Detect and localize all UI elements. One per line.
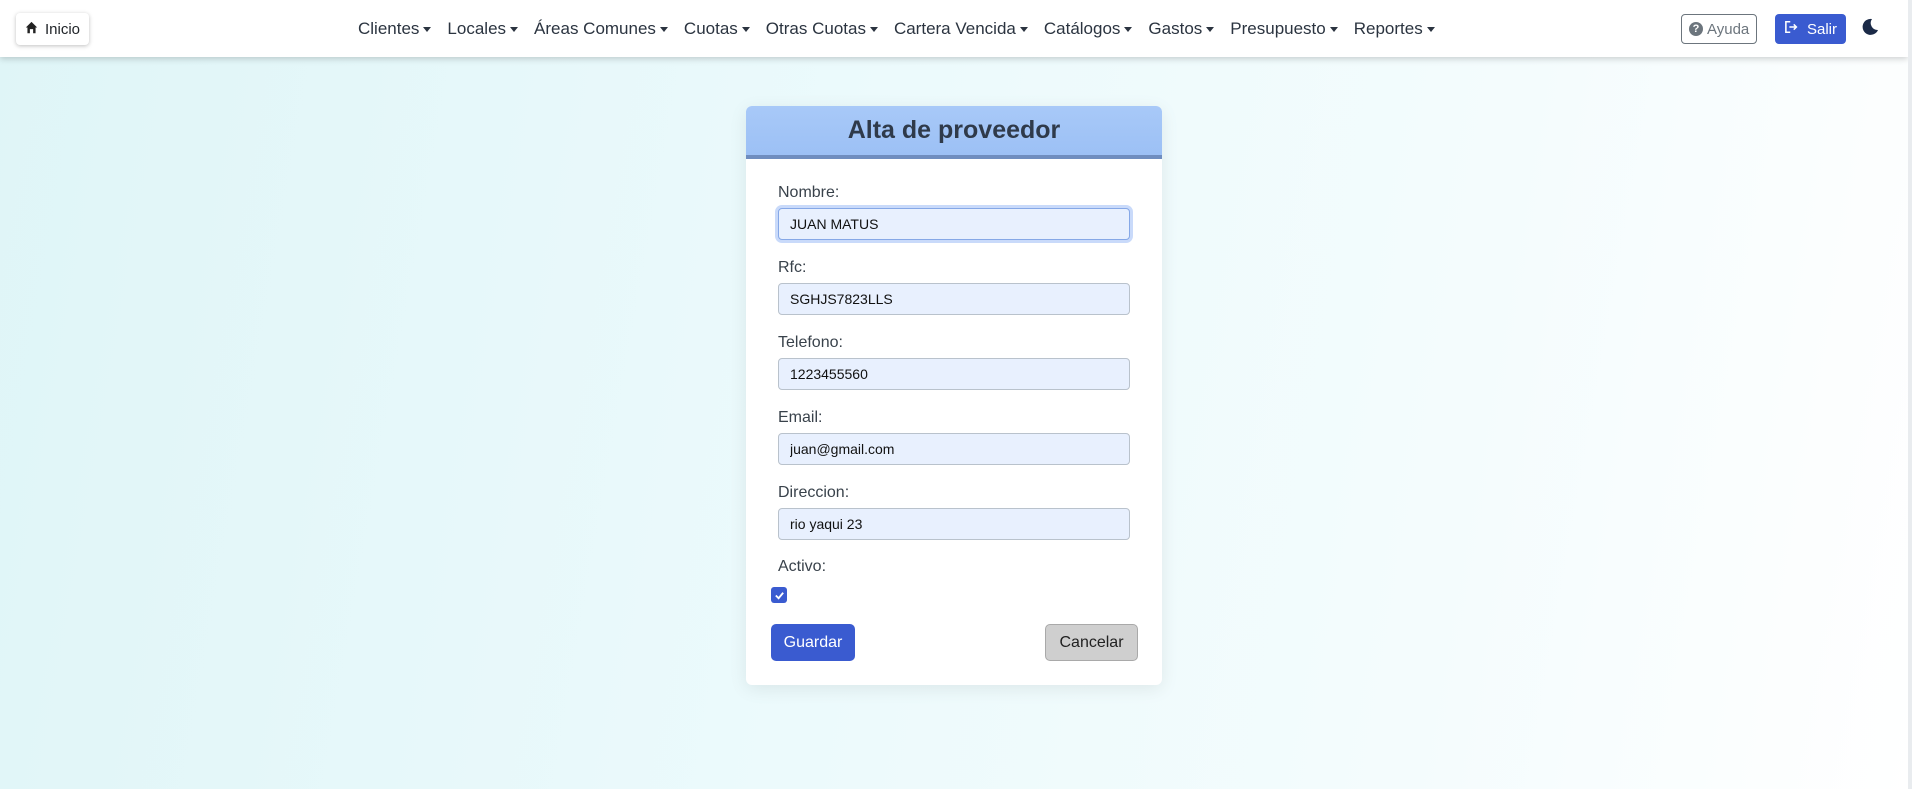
question-circle-icon: ? [1689, 22, 1703, 36]
caret-down-icon [1019, 27, 1028, 32]
caret-down-icon [1124, 27, 1133, 32]
activo-checkbox[interactable] [771, 587, 787, 603]
email-input[interactable] [778, 433, 1130, 465]
moon-icon[interactable] [1861, 18, 1879, 36]
menu-label: Catálogos [1043, 18, 1121, 38]
caret-down-icon [1206, 27, 1215, 32]
rfc-input[interactable] [778, 283, 1130, 315]
email-field-group: Email: [778, 409, 1130, 484]
menu-catalogos[interactable]: Catálogos [1044, 19, 1133, 39]
menu-label: Presupuesto [1230, 18, 1326, 38]
direccion-input[interactable] [778, 508, 1130, 540]
window-edge [1908, 0, 1912, 789]
menu-label: Clientes [358, 18, 420, 38]
activo-label: Activo: [778, 558, 827, 575]
caret-down-icon [423, 27, 432, 32]
nombre-field-group: Nombre: [778, 184, 1130, 259]
top-navbar: Inicio Clientes Locales Áreas Comunes Cu… [0, 0, 1908, 57]
menu-clientes[interactable]: Clientes [358, 18, 432, 39]
email-label: Email: [778, 409, 823, 426]
direccion-label: Direccion: [778, 484, 850, 501]
help-button[interactable]: ? Ayuda [1681, 14, 1758, 44]
help-label: Ayuda [1707, 20, 1750, 38]
telefono-field-group: Telefono: [778, 334, 1130, 409]
menu-cuotas[interactable]: Cuotas [684, 19, 750, 39]
rfc-label: Rfc: [778, 259, 807, 276]
nombre-input[interactable] [778, 208, 1130, 240]
caret-down-icon [1329, 27, 1338, 32]
menu-areas-comunes[interactable]: Áreas Comunes [534, 19, 668, 39]
logout-icon [1784, 20, 1800, 38]
form-title: Alta de proveedor [746, 106, 1162, 159]
home-label: Inicio [45, 20, 81, 38]
telefono-input[interactable] [778, 358, 1130, 390]
supplier-form-card: Alta de proveedor Nombre: Rfc: Telefono:… [746, 106, 1162, 685]
menu-label: Reportes [1353, 18, 1423, 38]
menu-cartera-vencida[interactable]: Cartera Vencida [894, 19, 1028, 39]
supplier-form: Nombre: Rfc: Telefono: Email: Direccion: [778, 184, 1130, 559]
telefono-label: Telefono: [778, 334, 843, 351]
nombre-label: Nombre: [778, 184, 840, 201]
main-menu: Clientes Locales Áreas Comunes Cuotas Ot… [358, 0, 1451, 57]
logout-button[interactable]: Salir [1775, 14, 1847, 44]
logout-label: Salir [1807, 20, 1838, 38]
caret-down-icon [869, 27, 878, 32]
caret-down-icon [510, 27, 519, 32]
menu-label: Áreas Comunes [534, 18, 656, 38]
menu-label: Cuotas [683, 18, 738, 38]
menu-otras-cuotas[interactable]: Otras Cuotas [766, 19, 878, 39]
caret-down-icon [741, 27, 750, 32]
menu-reportes[interactable]: Reportes [1354, 19, 1435, 39]
menu-locales[interactable]: Locales [447, 18, 519, 39]
rfc-field-group: Rfc: [778, 259, 1130, 334]
menu-gastos[interactable]: Gastos [1148, 18, 1215, 39]
home-button[interactable]: Inicio [16, 13, 90, 45]
caret-down-icon [1426, 27, 1435, 32]
check-icon [774, 591, 784, 600]
menu-label: Otras Cuotas [765, 18, 866, 38]
caret-down-icon [659, 27, 668, 32]
menu-presupuesto[interactable]: Presupuesto [1230, 18, 1338, 39]
menu-label: Cartera Vencida [893, 18, 1016, 38]
direccion-field-group: Direccion: [778, 484, 1130, 559]
save-button[interactable]: Guardar [771, 624, 855, 661]
menu-label: Gastos [1148, 18, 1203, 38]
menu-label: Locales [447, 18, 507, 38]
house-icon [25, 21, 38, 38]
cancel-button[interactable]: Cancelar [1045, 624, 1138, 661]
